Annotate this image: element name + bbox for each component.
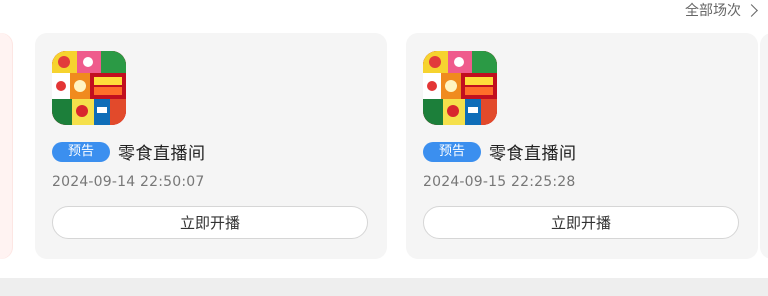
next-card-peek[interactable] (760, 33, 768, 259)
scheduled-time: 2024-09-15 22:25:28 (423, 174, 576, 190)
start-live-button[interactable]: 立即开播 (52, 206, 368, 239)
card-title-row: 预告 零食直播间 (423, 139, 577, 164)
preview-badge: 预告 (52, 141, 111, 162)
room-name: 零食直播间 (489, 144, 577, 164)
room-name: 零食直播间 (118, 144, 206, 164)
session-card[interactable]: 预告 零食直播间 2024-09-15 22:25:28 立即开播 (406, 33, 758, 259)
chevron-right-icon (745, 4, 758, 17)
snack-cover-thumbnail (423, 51, 497, 125)
preview-badge: 预告 (423, 141, 482, 162)
start-live-button[interactable]: 立即开播 (423, 206, 739, 239)
card-title-row: 预告 零食直播间 (52, 139, 206, 164)
snack-cover-thumbnail (52, 51, 126, 125)
live-sessions-panel: 全部场次 预告 零食直播间 2024-09-14 22:50:07 立即开播 预… (0, 0, 768, 296)
scheduled-time: 2024-09-14 22:50:07 (52, 174, 205, 190)
bottom-divider (0, 278, 768, 296)
session-card[interactable]: 预告 零食直播间 2024-09-14 22:50:07 立即开播 (35, 33, 387, 259)
all-sessions-label: 全部场次 (685, 3, 741, 19)
session-carousel[interactable]: 预告 零食直播间 2024-09-14 22:50:07 立即开播 预告 零食直… (0, 33, 768, 259)
all-sessions-link[interactable]: 全部场次 (685, 0, 758, 20)
previous-card-peek[interactable] (0, 33, 13, 259)
